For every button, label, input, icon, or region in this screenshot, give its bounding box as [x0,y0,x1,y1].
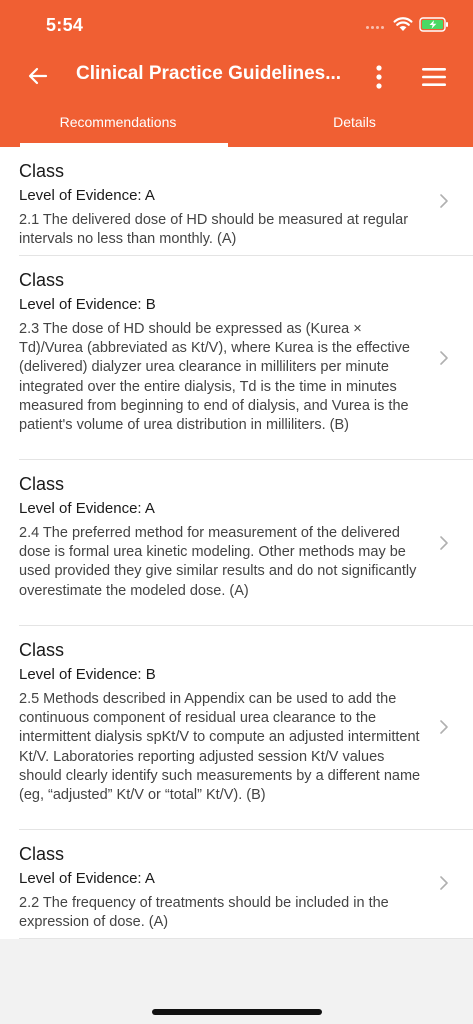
wifi-icon [393,17,413,31]
list-item[interactable]: Class Level of Evidence: A 2.4 The prefe… [0,460,473,626]
chevron-right-icon [440,876,448,890]
item-level-of-evidence: Level of Evidence: A [19,187,155,204]
back-arrow-icon[interactable] [26,64,50,88]
recommendations-list: Class Level of Evidence: A 2.1 The deliv… [0,147,473,939]
item-class-label: Class [19,844,65,864]
chevron-right-icon [440,194,448,208]
more-vertical-icon[interactable] [368,63,390,91]
item-recommendation-text: 2.5 Methods described in Appendix can be… [19,691,421,804]
chevron-right-icon [440,720,448,734]
hamburger-menu-icon[interactable] [420,65,448,89]
battery-charging-icon [419,17,448,32]
chevron-right-icon [440,351,448,365]
item-class-label: Class [19,270,65,290]
tab-recommendations[interactable]: Recommendations [0,104,236,147]
item-class-label: Class [19,640,65,660]
list-item[interactable]: Class Level of Evidence: A 2.2 The frequ… [0,830,473,939]
app-header: 5:54 Clinical Practice Guidelines... Rec… [0,0,473,147]
item-recommendation-text: 2.4 The preferred method for measurement… [19,525,417,599]
toolbar: Clinical Practice Guidelines... [0,52,473,104]
divider [19,938,473,939]
item-recommendation-text: 2.2 The frequency of treatments should b… [19,895,389,931]
item-class-label: Class [19,474,65,494]
status-bar: 5:54 [0,0,473,52]
page-title: Clinical Practice Guidelines... [76,63,342,84]
tab-bar: Recommendations Details [0,104,473,147]
item-level-of-evidence: Level of Evidence: A [19,500,155,517]
item-recommendation-text: 2.3 The dose of HD should be expressed a… [19,321,410,434]
status-time: 5:54 [46,15,84,35]
list-item[interactable]: Class Level of Evidence: A 2.1 The deliv… [0,147,473,256]
item-recommendation-text: 2.1 The delivered dose of HD should be m… [19,212,409,248]
item-level-of-evidence: Level of Evidence: B [19,666,156,683]
item-level-of-evidence: Level of Evidence: B [19,296,156,313]
item-level-of-evidence: Level of Evidence: A [19,870,155,887]
home-indicator[interactable] [152,1009,322,1015]
list-item[interactable]: Class Level of Evidence: B 2.5 Methods d… [0,626,473,830]
chevron-right-icon [440,536,448,550]
list-item[interactable]: Class Level of Evidence: B 2.3 The dose … [0,256,473,460]
cellular-signal-icon [366,26,384,29]
tab-details[interactable]: Details [236,104,473,147]
item-class-label: Class [19,161,65,181]
